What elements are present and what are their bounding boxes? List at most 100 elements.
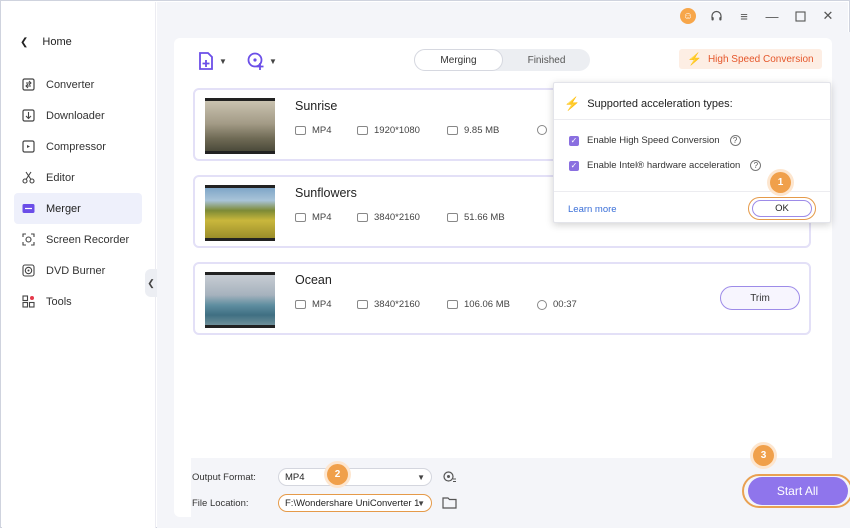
sidebar-item-tools[interactable]: Tools (14, 286, 142, 317)
folder-icon (447, 300, 458, 309)
checkbox-checked-icon[interactable]: ✓ (569, 135, 579, 146)
output-format-select[interactable]: MP4 ▼ (278, 468, 432, 486)
size-value: 106.06 MB (464, 299, 510, 310)
resolution-meta: 1920*1080 (357, 125, 420, 136)
file-name: Ocean (295, 273, 332, 287)
tools-grid-icon (22, 295, 35, 308)
sidebar-item-screen-recorder[interactable]: Screen Recorder (14, 224, 142, 255)
sidebar-item-editor[interactable]: Editor (14, 162, 142, 193)
checkbox-checked-icon[interactable]: ✓ (569, 160, 579, 171)
sidebar-item-label: Editor (46, 171, 75, 184)
add-files-button[interactable]: ▼ (196, 51, 227, 71)
resolution-value: 3840*2160 (374, 212, 420, 223)
high-speed-label: High Speed Conversion (707, 53, 814, 65)
help-icon[interactable]: ? (750, 160, 762, 171)
sidebar-nav: Converter Downloader Compressor Editor M… (14, 69, 142, 317)
resolution-icon (357, 126, 368, 135)
size-meta: 51.66 MB (447, 212, 505, 223)
chevron-left-icon: ❮ (20, 36, 29, 48)
start-all-highlight: Start All (742, 474, 850, 508)
file-location-label: File Location: (192, 498, 249, 509)
popup-title-text: Supported acceleration types: (587, 98, 733, 110)
trim-button[interactable]: Trim (720, 286, 800, 310)
sidebar-item-label: Compressor (46, 140, 106, 153)
format-meta: MP4 (295, 212, 332, 223)
compressor-icon (22, 140, 35, 153)
resolution-value: 3840*2160 (374, 299, 420, 310)
home-label: Home (42, 36, 72, 48)
add-dvd-icon (247, 52, 264, 70)
tab-finished[interactable]: Finished (503, 49, 590, 71)
divider (554, 191, 830, 192)
size-meta: 106.06 MB (447, 299, 510, 310)
format-settings-icon[interactable] (442, 469, 457, 487)
scissors-icon (22, 171, 35, 184)
file-item-ocean[interactable]: Ocean MP4 3840*2160 106.06 MB 00:37 Trim (193, 262, 811, 335)
sidebar-item-label: Downloader (46, 109, 105, 122)
sidebar-item-label: Screen Recorder (46, 233, 130, 246)
help-icon[interactable]: ? (729, 135, 741, 146)
step-marker-2: 2 (327, 464, 348, 485)
video-format-icon (295, 300, 306, 309)
acceleration-popup: ⚡ Supported acceleration types: ✓ Enable… (553, 82, 831, 223)
minimize-icon[interactable]: — (764, 8, 780, 24)
high-speed-conversion-button[interactable]: ⚡ High Speed Conversion (679, 49, 822, 69)
divider (554, 119, 830, 120)
close-icon[interactable]: ✕ (820, 8, 836, 24)
add-file-icon (199, 52, 213, 70)
sidebar-item-compressor[interactable]: Compressor (14, 131, 142, 162)
size-value: 51.66 MB (464, 212, 505, 223)
option-label: Enable High Speed Conversion (587, 135, 720, 146)
size-meta: 9.85 MB (447, 125, 499, 136)
merge-tabs: Merging Finished (414, 49, 590, 71)
chevron-down-icon: ▼ (417, 498, 425, 508)
menu-icon[interactable]: ≡ (736, 8, 752, 24)
home-link[interactable]: ❮ Home (20, 36, 72, 48)
folder-icon (447, 126, 458, 135)
merger-icon (22, 204, 35, 213)
downloader-icon (22, 109, 35, 122)
resolution-value: 1920*1080 (374, 125, 420, 136)
file-location-value: F:\Wondershare UniConverter 1 (285, 497, 420, 509)
step-marker-3: 3 (753, 445, 774, 466)
format-value: MP4 (312, 299, 332, 310)
option-intel-acceleration[interactable]: ✓ Enable Intel® hardware acceleration ? (569, 160, 762, 171)
screen-recorder-icon (22, 233, 35, 246)
output-format-label: Output Format: (192, 472, 256, 483)
sidebar-item-label: DVD Burner (46, 264, 106, 277)
step-marker-1: 1 (770, 172, 791, 193)
lightning-icon: ⚡ (687, 52, 702, 66)
tab-merging[interactable]: Merging (414, 49, 503, 71)
sidebar-item-label: Tools (46, 295, 72, 308)
headset-support-icon[interactable] (708, 8, 724, 24)
popup-title: ⚡ Supported acceleration types: (564, 96, 733, 112)
video-thumbnail (205, 185, 275, 241)
sidebar-item-dvd-burner[interactable]: DVD Burner (14, 255, 142, 286)
duration-meta (537, 125, 547, 135)
output-format-value: MP4 (285, 471, 305, 483)
open-folder-icon[interactable] (442, 496, 457, 512)
option-high-speed[interactable]: ✓ Enable High Speed Conversion ? (569, 135, 741, 146)
start-all-button[interactable]: Start All (747, 477, 848, 505)
ok-highlight: OK (748, 197, 816, 220)
clock-icon (537, 299, 547, 310)
user-avatar-icon[interactable]: ☺ (680, 8, 696, 24)
sidebar: ❮ Home Converter Downloader Compressor E… (2, 2, 156, 528)
video-thumbnail (205, 272, 275, 328)
learn-more-link[interactable]: Learn more (568, 204, 617, 215)
collapse-sidebar-handle[interactable]: ❮ (145, 269, 157, 297)
ok-button[interactable]: OK (752, 200, 812, 217)
app-window: ❮ Home Converter Downloader Compressor E… (0, 0, 850, 528)
converter-icon (22, 78, 35, 91)
format-meta: MP4 (295, 299, 332, 310)
file-name: Sunrise (295, 99, 338, 113)
sidebar-item-converter[interactable]: Converter (14, 69, 142, 100)
sidebar-item-merger[interactable]: Merger (14, 193, 142, 224)
file-location-select[interactable]: F:\Wondershare UniConverter 1 ▼ (278, 494, 432, 512)
add-dvd-button[interactable]: ▼ (246, 51, 277, 71)
chevron-down-icon: ▼ (417, 472, 425, 482)
format-value: MP4 (312, 125, 332, 136)
video-thumbnail (205, 98, 275, 154)
maximize-icon[interactable] (792, 8, 808, 24)
sidebar-item-downloader[interactable]: Downloader (14, 100, 142, 131)
